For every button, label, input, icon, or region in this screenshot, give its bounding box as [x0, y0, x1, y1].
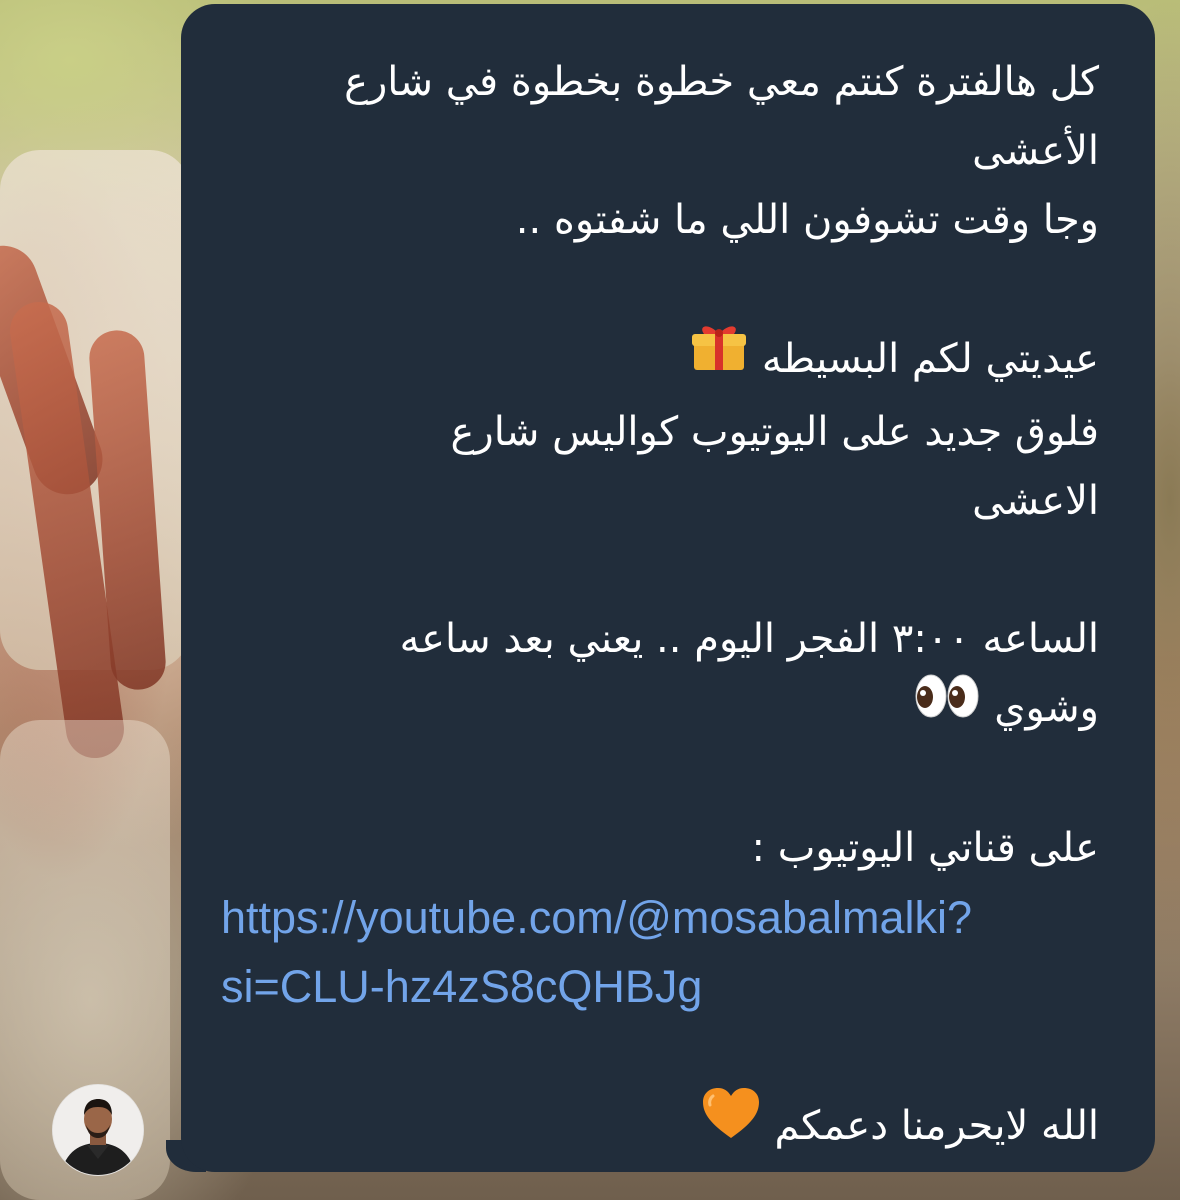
youtube-link[interactable]: si=CLU-hz4zS8cQHBJg — [221, 961, 702, 1012]
message-line-eyes: وشوي — [221, 674, 1099, 745]
youtube-link-line-1[interactable]: https://youtube.com/@mosabalmalki? — [221, 883, 1099, 952]
message-line-heart: الله لايحرمنا دعمكم — [221, 1087, 1099, 1166]
sender-avatar[interactable] — [52, 1084, 144, 1176]
youtube-link[interactable]: https://youtube.com/@mosabalmalki? — [221, 892, 972, 943]
message-line-text: عيديتي لكم البسيطه — [761, 336, 1099, 382]
message-line: فلوق جديد على اليوتيوب كواليس شارع — [450, 409, 1099, 455]
message-line-text: وشوي — [994, 685, 1099, 731]
message-line: الأعشى — [972, 128, 1099, 174]
message-line: وجا وقت تشوفون اللي ما شفتوه .. — [515, 197, 1099, 243]
youtube-link-line-2[interactable]: si=CLU-hz4zS8cQHBJg — [221, 952, 1099, 1021]
eyes-icon — [914, 674, 980, 745]
message-line-gift: عيديتي لكم البسيطه — [221, 324, 1099, 398]
gift-icon — [690, 324, 748, 398]
message-line: الساعه ٣:٠٠ الفجر اليوم .. يعني بعد ساعه — [399, 616, 1099, 662]
heart-icon — [701, 1087, 761, 1166]
message-line-text: الله لايحرمنا دعمكم — [774, 1102, 1099, 1149]
message-line: كل هالفترة كنتم معي خطوة بخطوة في شارع — [344, 59, 1099, 105]
message-line: على قناتي اليوتيوب : — [751, 824, 1099, 871]
message-bubble[interactable]: كل هالفترة كنتم معي خطوة بخطوة في شارع ا… — [181, 4, 1155, 1172]
message-line: الاعشى — [972, 478, 1099, 524]
person-icon — [53, 1085, 143, 1175]
